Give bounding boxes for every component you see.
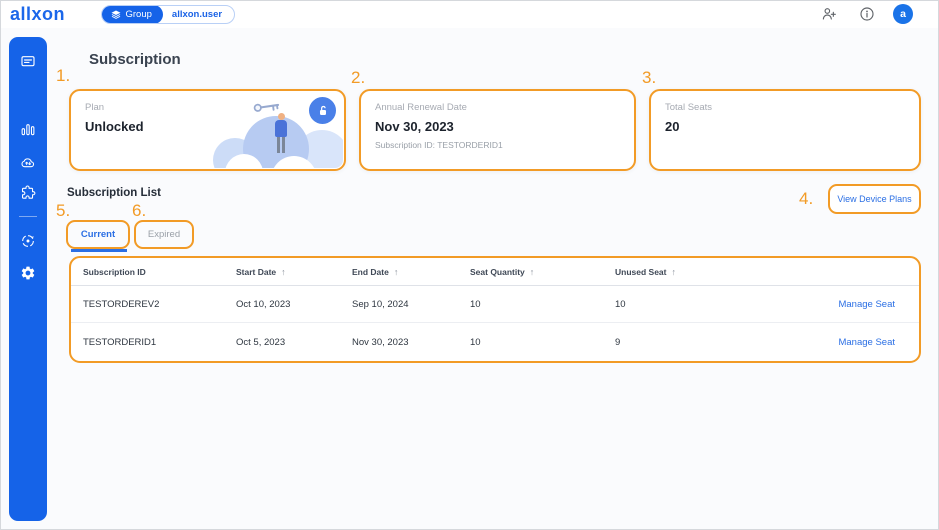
col-end-date[interactable]: End Date ↑ xyxy=(340,267,458,277)
cell-start-date: Oct 5, 2023 xyxy=(236,336,286,348)
brand-logo: allxon xyxy=(10,4,66,24)
renewal-subscription-id: Subscription ID: TESTORDERID1 xyxy=(375,140,503,150)
total-seats-card: Total Seats 20 xyxy=(649,89,921,171)
annotation-2: 2. xyxy=(351,68,366,87)
cell-unused-seat: 9 xyxy=(615,336,621,348)
annotation-4: 4. xyxy=(799,189,814,208)
sort-asc-icon[interactable]: ↑ xyxy=(281,267,286,277)
total-seats-label: Total Seats xyxy=(665,102,712,113)
cell-start-date: Oct 10, 2023 xyxy=(236,298,291,310)
analytics-icon[interactable] xyxy=(20,122,36,138)
col-start-date[interactable]: Start Date ↑ xyxy=(224,267,340,277)
cell-subscription-id: TESTORDEREV2 xyxy=(83,298,160,310)
add-user-icon[interactable] xyxy=(821,6,837,22)
person-figure xyxy=(278,113,285,120)
cell-subscription-id: TESTORDERID1 xyxy=(83,336,157,348)
unlock-badge-icon xyxy=(307,95,338,126)
top-bar: allxon Group allxon.user a xyxy=(1,1,938,28)
table-row: TESTORDEREV2 Oct 10, 2023 Sep 10, 2024 1… xyxy=(71,286,919,323)
app-window: allxon Group allxon.user a Subscription … xyxy=(0,0,939,530)
annotation-3: 3. xyxy=(642,68,657,87)
tab-expired[interactable]: Expired xyxy=(134,220,194,249)
tab-current[interactable]: Current xyxy=(66,220,130,249)
unlocked-plan-illustration xyxy=(211,92,343,168)
devices-dashboard-icon[interactable] xyxy=(20,53,36,69)
active-tab-indicator xyxy=(71,249,127,252)
page-title: Subscription xyxy=(89,51,181,68)
annual-renewal-card: Annual Renewal Date Nov 30, 2023 Subscri… xyxy=(359,89,636,171)
cell-end-date: Sep 10, 2024 xyxy=(352,298,409,310)
group-scope-button[interactable]: Group xyxy=(102,6,163,23)
cell-unused-seat: 10 xyxy=(615,298,626,310)
info-icon[interactable] xyxy=(859,6,875,22)
settings-icon[interactable] xyxy=(20,265,36,281)
sort-asc-icon[interactable]: ↑ xyxy=(530,267,535,277)
table-header-row: Subscription ID Start Date ↑ End Date ↑ Se… xyxy=(71,258,919,286)
table-row: TESTORDERID1 Oct 5, 2023 Nov 30, 2023 10… xyxy=(71,323,919,361)
remote-access-icon[interactable] xyxy=(20,233,36,249)
cell-seat-quantity: 10 xyxy=(470,298,481,310)
group-switcher[interactable]: Group allxon.user xyxy=(101,5,236,24)
ota-cloud-icon[interactable] xyxy=(20,155,36,171)
plan-card: Plan Unlocked xyxy=(69,89,346,171)
plan-label: Plan xyxy=(85,102,105,113)
group-name: allxon.user xyxy=(171,9,223,20)
total-seats-value: 20 xyxy=(665,119,680,134)
renewal-value: Nov 30, 2023 xyxy=(375,119,454,134)
subscription-table: Subscription ID Start Date ↑ End Date ↑ Se… xyxy=(69,256,921,363)
cell-seat-quantity: 10 xyxy=(470,336,481,348)
sort-asc-icon[interactable]: ↑ xyxy=(672,267,677,277)
sort-asc-icon[interactable]: ↑ xyxy=(394,267,399,277)
col-seat-quantity[interactable]: Seat Quantity ↑ xyxy=(458,267,603,277)
sidebar xyxy=(9,37,47,521)
col-subscription-id[interactable]: Subscription ID xyxy=(71,267,224,277)
view-device-plans-button[interactable]: View Device Plans xyxy=(828,184,921,214)
manage-seat-link[interactable]: Manage Seat xyxy=(838,299,895,310)
annotation-5: 5. xyxy=(56,201,71,220)
manage-seat-link[interactable]: Manage Seat xyxy=(838,337,895,348)
cell-end-date: Nov 30, 2023 xyxy=(352,336,409,348)
renewal-label: Annual Renewal Date xyxy=(375,102,467,113)
plugins-icon[interactable] xyxy=(20,185,36,201)
group-label: Group xyxy=(125,9,152,20)
annotation-6: 6. xyxy=(132,201,147,220)
plan-value: Unlocked xyxy=(85,119,144,134)
layers-icon xyxy=(111,10,120,19)
subscription-list-title: Subscription List xyxy=(67,187,161,199)
avatar[interactable]: a xyxy=(893,4,913,24)
sidebar-divider xyxy=(19,216,37,217)
key-icon xyxy=(253,103,280,112)
col-unused-seat[interactable]: Unused Seat ↑ xyxy=(603,267,753,277)
annotation-1: 1. xyxy=(56,66,71,85)
